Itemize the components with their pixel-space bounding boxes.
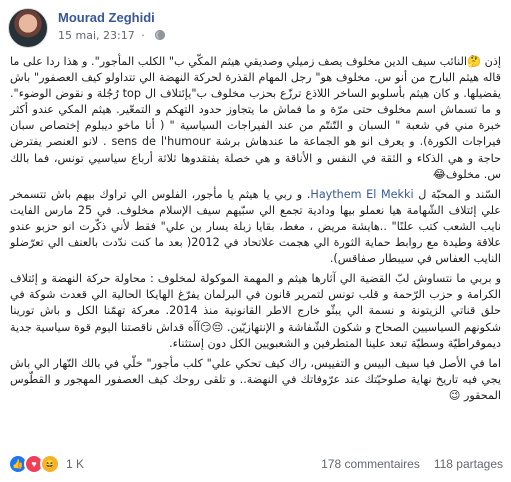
reaction-bar: 👍 ♥ 😆 1 K 178 commentaires 118 partages — [8, 452, 503, 476]
globe-icon[interactable] — [155, 30, 166, 40]
post-meta: 15 mai, 23:17 · — [58, 29, 166, 42]
post-paragraph-1: إذن 🤔النائب سيف الدين مخلوف يصف زميلي وص… — [10, 55, 501, 181]
meta-separator: · — [141, 29, 145, 42]
reaction-icons[interactable]: 👍 ♥ 😆 — [8, 454, 60, 474]
comments-count[interactable]: 178 commentaires — [321, 457, 420, 471]
reaction-count[interactable]: 1 K — [66, 457, 84, 471]
author-avatar[interactable] — [8, 8, 48, 48]
post-paragraph-4: اما في الأصل فيا سيف البيس و التفييس، را… — [10, 356, 501, 402]
author-name[interactable]: Mourad Zeghidi — [58, 10, 155, 25]
post-content: إذن 🤔النائب سيف الدين مخلوف يصف زميلي وص… — [10, 54, 501, 408]
post-paragraph-3: و بربي ما نتساوش لبّ القضية الي آثارها ه… — [10, 272, 501, 350]
post-paragraph-2: السّند و المحبّة ل Haythem El Mekki. و ر… — [10, 187, 501, 267]
tagged-user-link[interactable]: Haythem El Mekki — [310, 188, 413, 201]
paragraph-text: السّند و المحبّة ل Haythem El Mekki. و ر… — [10, 187, 501, 266]
facebook-post: Mourad Zeghidi 15 mai, 23:17 · إذن 🤔النا… — [0, 0, 511, 482]
haha-icon: 😆 — [40, 454, 60, 474]
post-timestamp[interactable]: 15 mai, 23:17 — [58, 29, 135, 42]
shares-count[interactable]: 118 partages — [434, 457, 503, 471]
